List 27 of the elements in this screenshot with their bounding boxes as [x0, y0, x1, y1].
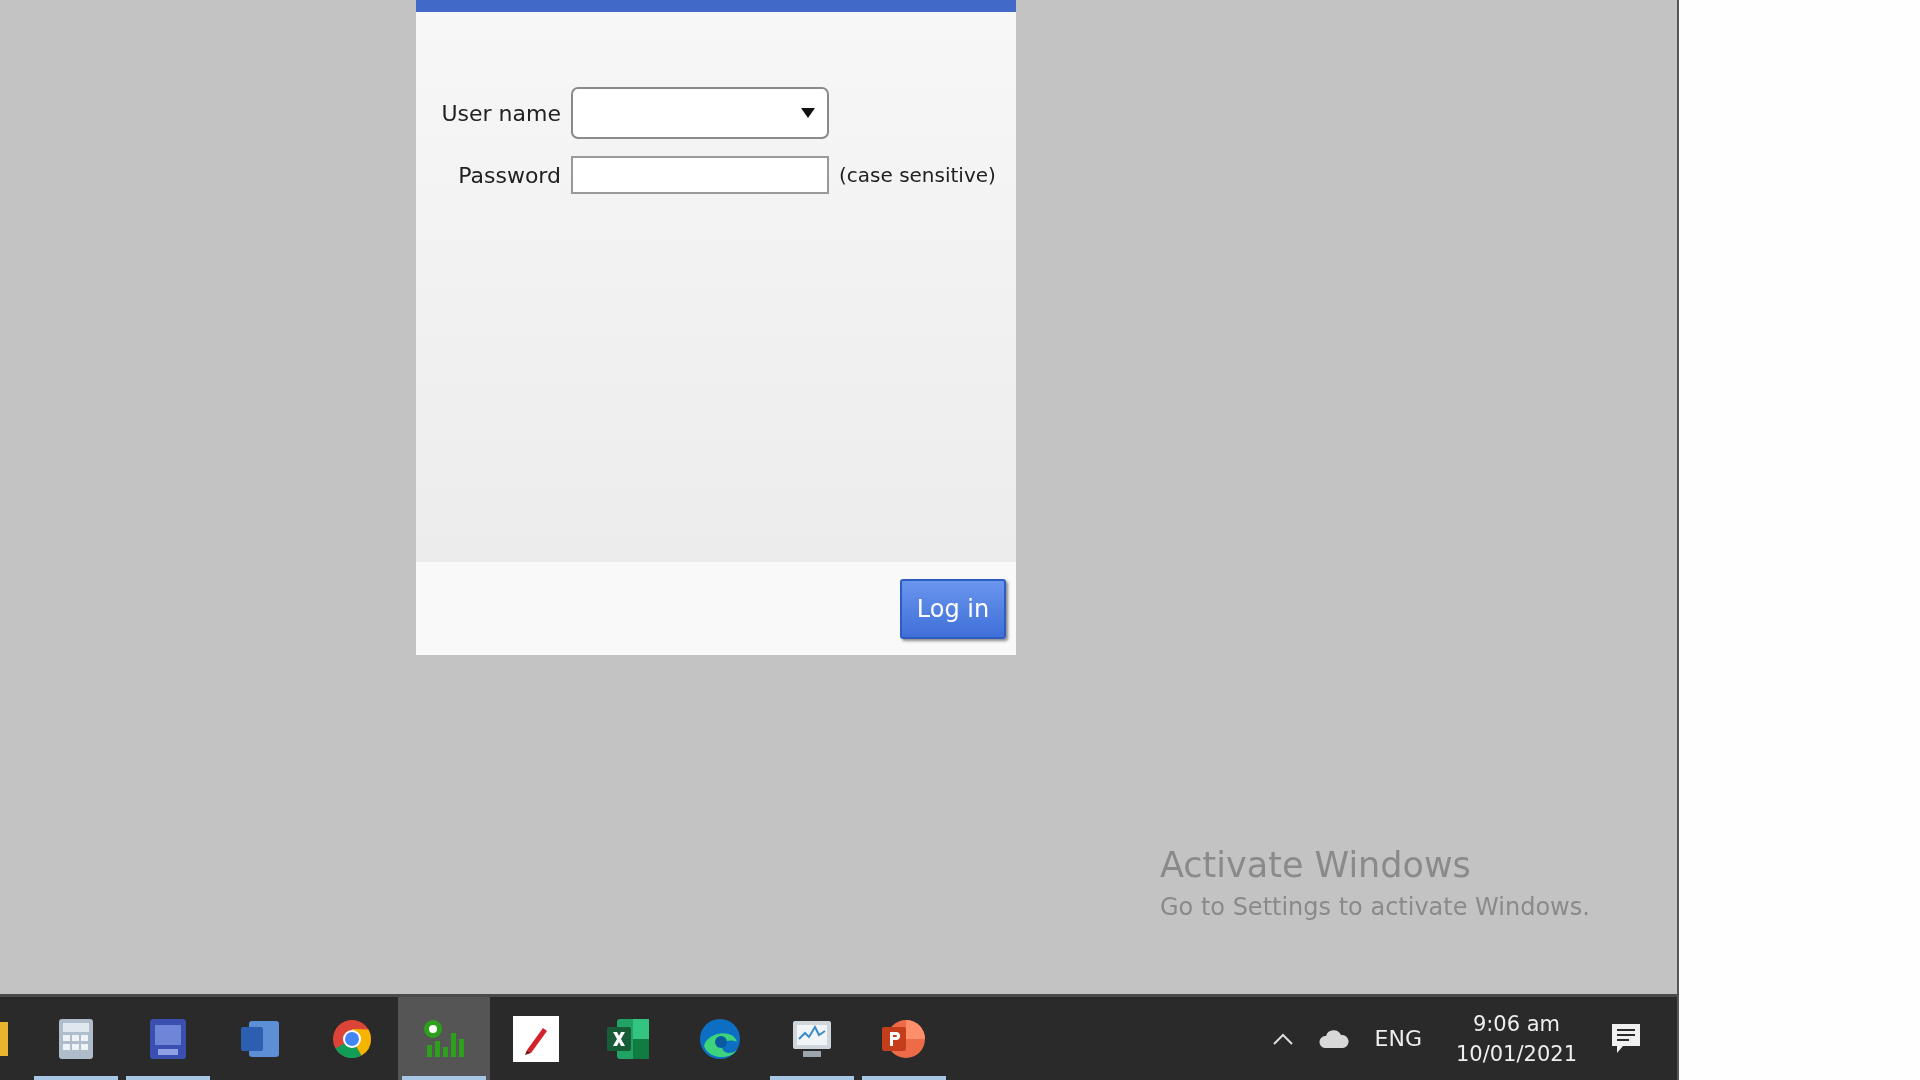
document-icon	[241, 1020, 279, 1057]
activation-title: Activate Windows	[1160, 845, 1472, 885]
notification-icon[interactable]	[1611, 1022, 1641, 1055]
monitor-icon	[791, 1018, 833, 1059]
document-icon	[150, 1018, 186, 1059]
caret-icon	[801, 108, 815, 118]
browser-icon	[332, 1018, 372, 1059]
calculator-icon	[59, 1018, 93, 1059]
clock[interactable]: 9:06 am 10/01/2021	[1447, 1011, 1585, 1066]
field-label: Password	[457, 162, 562, 188]
spreadsheet-icon	[607, 1018, 649, 1059]
user-name-dropdown[interactable]	[571, 87, 829, 139]
time-text: 9:06 am	[1472, 1011, 1561, 1036]
pen-icon	[513, 1015, 559, 1062]
presentation-icon	[882, 1018, 926, 1059]
cloud-icon[interactable]	[1318, 1029, 1349, 1048]
browser-icon	[699, 1017, 741, 1060]
field-label: User name	[440, 100, 562, 126]
login-button[interactable]: Log in	[900, 578, 1006, 639]
language-indicator[interactable]: ENG	[1374, 1026, 1422, 1051]
chart-icon	[423, 1018, 465, 1059]
activation-message: Go to Settings to activate Windows.	[1160, 893, 1590, 921]
hint-text: (case sensitive)	[839, 163, 996, 187]
password-field[interactable]	[571, 156, 829, 194]
app-icon	[0, 1021, 8, 1056]
chevron-up-icon[interactable]	[1272, 1032, 1293, 1045]
date-text: 10/01/2021	[1455, 1041, 1577, 1066]
